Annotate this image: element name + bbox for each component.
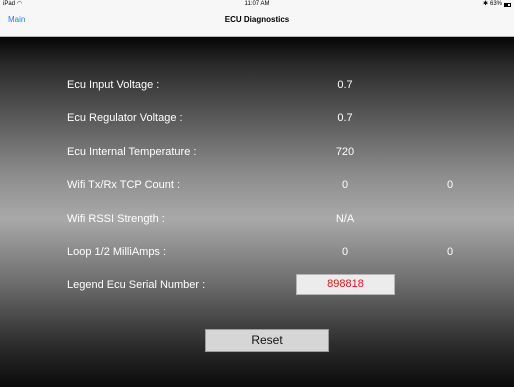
row-wifi-rssi-strength: Wifi RSSI Strength : N/A <box>0 211 514 227</box>
diagnostics-panel: Ecu Input Voltage : 0.7 Ecu Regulator Vo… <box>0 37 514 387</box>
row-value: 0 <box>341 179 349 191</box>
row-value: 0.7 <box>337 79 353 91</box>
row-value: N/A <box>335 213 355 225</box>
row-label: Ecu Regulator Voltage : <box>67 112 183 124</box>
row-label: Loop 1/2 MilliAmps : <box>67 246 167 258</box>
row-label: Wifi Tx/Rx TCP Count : <box>67 179 181 191</box>
battery-icon <box>504 2 511 7</box>
serial-number-field[interactable]: 898818 <box>296 274 395 295</box>
status-time: 11:07 AM <box>244 1 270 7</box>
row-value: 0.7 <box>337 112 353 124</box>
row-value: 720 <box>335 146 355 158</box>
row-value: 0 <box>341 246 349 258</box>
row-label: Ecu Input Voltage : <box>67 79 160 91</box>
row-label: Wifi RSSI Strength : <box>67 213 165 225</box>
row-value-secondary: 0 <box>446 246 454 258</box>
status-bar: iPad ◠ 11:07 AM ✱ 63% <box>0 0 514 9</box>
battery-percent: 63% <box>489 1 502 7</box>
row-wifi-tcp-count: Wifi Tx/Rx TCP Count : 0 0 <box>0 177 514 193</box>
row-label: Ecu Internal Temperature : <box>67 146 197 158</box>
row-ecu-regulator-voltage: Ecu Regulator Voltage : 0.7 <box>0 110 514 126</box>
row-value-secondary: 0 <box>446 179 454 191</box>
row-loop-milliamps: Loop 1/2 MilliAmps : 0 0 <box>0 244 514 260</box>
page-title: ECU Diagnostics <box>224 15 290 24</box>
navigation-bar: Main ECU Diagnostics <box>0 9 514 37</box>
reset-button[interactable]: Reset <box>205 329 329 352</box>
bluetooth-icon: ✱ <box>482 1 488 7</box>
row-label: Legend Ecu Serial Number : <box>67 279 206 291</box>
row-ecu-serial-number: Legend Ecu Serial Number : 898818 <box>0 274 514 295</box>
row-ecu-internal-temperature: Ecu Internal Temperature : 720 <box>0 144 514 160</box>
status-right: ✱ 63% <box>483 0 511 9</box>
row-ecu-input-voltage: Ecu Input Voltage : 0.7 <box>0 77 514 93</box>
